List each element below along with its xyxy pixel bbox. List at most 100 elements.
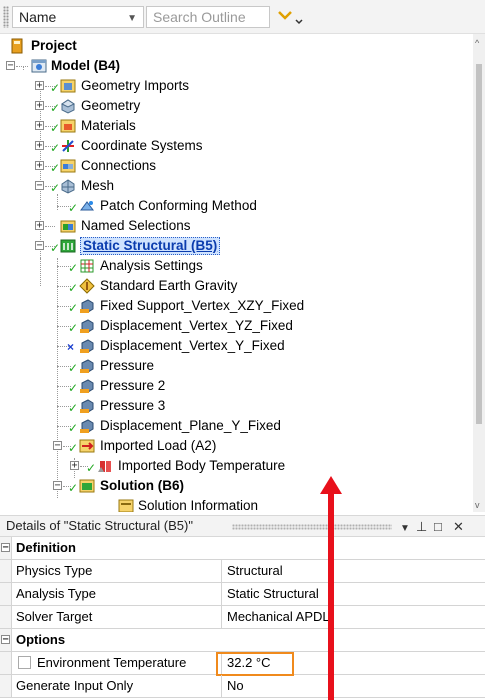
tree-item-materials[interactable]: + ✓ Materials (0, 116, 460, 136)
panel-menu-dropdown-icon[interactable]: ▼ (400, 519, 410, 539)
materials-icon (60, 119, 76, 133)
status-check-icon: ✓ (68, 361, 79, 375)
tree-item-imported-body-temperature[interactable]: + ✓ Imported Body Temperature (0, 456, 460, 476)
tree-item-label: Displacement_Vertex_YZ_Fixed (100, 318, 293, 333)
expand-toggle-icon[interactable]: + (70, 461, 79, 471)
tree-item-displacement-y[interactable]: × Displacement_Vertex_Y_Fixed (0, 336, 460, 356)
status-check-icon: ✓ (68, 441, 79, 455)
pressure-icon (80, 379, 94, 393)
scroll-down-icon[interactable]: v (475, 500, 480, 510)
tree-item-geometry[interactable]: + ✓ Geometry (0, 96, 460, 116)
expand-toggle-icon[interactable]: + (35, 101, 44, 111)
fixed-support-icon (80, 299, 94, 313)
collapse-toggle-icon[interactable]: − (53, 481, 62, 491)
search-options-button[interactable] (276, 7, 304, 27)
expand-toggle-icon[interactable]: + (35, 121, 44, 131)
status-check-icon: ✓ (50, 101, 61, 115)
tree-item-label: Displacement_Vertex_Y_Fixed (100, 338, 285, 353)
status-suppressed-icon: × (67, 340, 75, 354)
tree-item-fixed-support[interactable]: ✓ Fixed Support_Vertex_XZY_Fixed (0, 296, 460, 316)
row-physics-type[interactable]: Physics Type Structural (0, 560, 485, 583)
status-check-icon: ✓ (86, 461, 97, 475)
tree-item-patch-conforming[interactable]: ✓ Patch Conforming Method (0, 196, 460, 216)
tree-item-static-structural[interactable]: − ✓ Static Structural (B5) (0, 236, 460, 256)
solution-information-icon (118, 499, 134, 512)
analysis-settings-icon (80, 259, 94, 273)
property-value[interactable]: Structural (223, 560, 485, 582)
maximize-icon[interactable]: □ (434, 517, 442, 537)
connections-icon (60, 159, 76, 173)
tree-item-named-selections[interactable]: + Named Selections (0, 216, 460, 236)
tree-item-solution[interactable]: − ✓ Solution (B6) (0, 476, 460, 496)
tree-vertical-scrollbar[interactable]: ^ v (473, 34, 485, 512)
tree-item-displacement-yz[interactable]: ✓ Displacement_Vertex_YZ_Fixed (0, 316, 460, 336)
tree-item-mesh[interactable]: − ✓ Mesh (0, 176, 460, 196)
tree-item-solution-information[interactable]: Solution Information (0, 496, 460, 512)
tree-item-coordinate-systems[interactable]: + ✓ Coordinate Systems (0, 136, 460, 156)
status-check-icon: ✓ (68, 401, 79, 415)
filter-type-dropdown[interactable]: Name ▼ (12, 6, 144, 28)
parameter-checkbox[interactable] (18, 656, 31, 669)
section-definition[interactable]: − Definition (0, 537, 485, 560)
tree-item-pressure-3[interactable]: ✓ Pressure 3 (0, 396, 460, 416)
geometry-imports-icon (60, 79, 76, 93)
mesh-method-icon (80, 201, 94, 211)
pin-icon[interactable]: ⊥ (416, 517, 427, 537)
scroll-up-icon[interactable]: ^ (475, 38, 479, 48)
row-generate-input-only[interactable]: Generate Input Only No (0, 675, 485, 698)
collapse-toggle-icon[interactable]: − (1, 635, 10, 645)
outline-tree[interactable]: Project − Model (B4) + ✓ Geometry Import… (0, 34, 473, 512)
property-key: Generate Input Only (12, 675, 222, 697)
section-options[interactable]: − Options (0, 629, 485, 652)
section-title: Definition (16, 540, 76, 555)
geometry-icon (61, 99, 75, 114)
tree-item-project[interactable]: Project (0, 36, 460, 56)
tree-item-displacement-plane[interactable]: ✓ Displacement_Plane_Y_Fixed (0, 416, 460, 436)
expand-toggle-icon[interactable]: + (35, 161, 44, 171)
tree-item-connections[interactable]: + ✓ Connections (0, 156, 460, 176)
tree-item-label: Patch Conforming Method (100, 198, 257, 213)
highlight-box (216, 652, 294, 676)
toolbar-grip-icon[interactable] (3, 6, 9, 28)
row-analysis-type[interactable]: Analysis Type Static Structural (0, 583, 485, 606)
row-environment-temperature[interactable]: Environment Temperature 32.2 °C (0, 652, 485, 676)
details-panel-header: Details of "Static Structural (B5)" ▼ ⊥ … (0, 515, 485, 537)
status-check-icon: ✓ (50, 121, 61, 135)
tree-item-pressure-2[interactable]: ✓ Pressure 2 (0, 376, 460, 396)
expand-toggle-icon[interactable]: + (35, 141, 44, 151)
status-check-icon: ✓ (68, 301, 79, 315)
collapse-toggle-icon[interactable]: − (35, 241, 44, 251)
displacement-icon (80, 419, 94, 433)
status-check-icon: ✓ (50, 161, 61, 175)
solution-icon (79, 479, 95, 493)
tree-item-model[interactable]: − Model (B4) (0, 56, 460, 76)
tree-item-geometry-imports[interactable]: + ✓ Geometry Imports (0, 76, 460, 96)
tree-item-label: Materials (81, 118, 136, 133)
collapse-toggle-icon[interactable]: − (35, 181, 44, 191)
tree-item-label: Solution (B6) (100, 478, 184, 493)
search-outline-input[interactable] (146, 6, 270, 28)
collapse-toggle-icon[interactable]: − (1, 543, 10, 553)
tree-item-pressure[interactable]: ✓ Pressure (0, 356, 460, 376)
property-value[interactable]: Static Structural (223, 583, 485, 605)
property-value[interactable]: No (223, 675, 485, 697)
tree-item-label: Pressure 2 (100, 378, 166, 393)
collapse-toggle-icon[interactable]: − (53, 441, 62, 451)
tree-item-imported-load[interactable]: − ✓ Imported Load (A2) (0, 436, 460, 456)
expand-toggle-icon[interactable]: + (35, 221, 44, 231)
project-icon (11, 38, 23, 54)
tree-item-analysis-settings[interactable]: ✓ Analysis Settings (0, 256, 460, 276)
row-solver-target[interactable]: Solver Target Mechanical APDL (0, 606, 485, 629)
property-key: Solver Target (12, 606, 222, 628)
collapse-toggle-icon[interactable]: − (6, 61, 15, 71)
tree-item-label: Standard Earth Gravity (100, 278, 238, 293)
tree-item-standard-earth-gravity[interactable]: ✓ Standard Earth Gravity (0, 276, 460, 296)
scrollbar-thumb[interactable] (476, 64, 482, 424)
annotation-arrow (328, 492, 334, 700)
property-value[interactable]: Mechanical APDL (223, 606, 485, 628)
tree-item-label: Pressure (100, 358, 155, 373)
status-check-icon: ✓ (50, 141, 61, 155)
tree-item-label: Pressure 3 (100, 398, 166, 413)
close-icon[interactable]: ✕ (453, 517, 464, 537)
expand-toggle-icon[interactable]: + (35, 81, 44, 91)
